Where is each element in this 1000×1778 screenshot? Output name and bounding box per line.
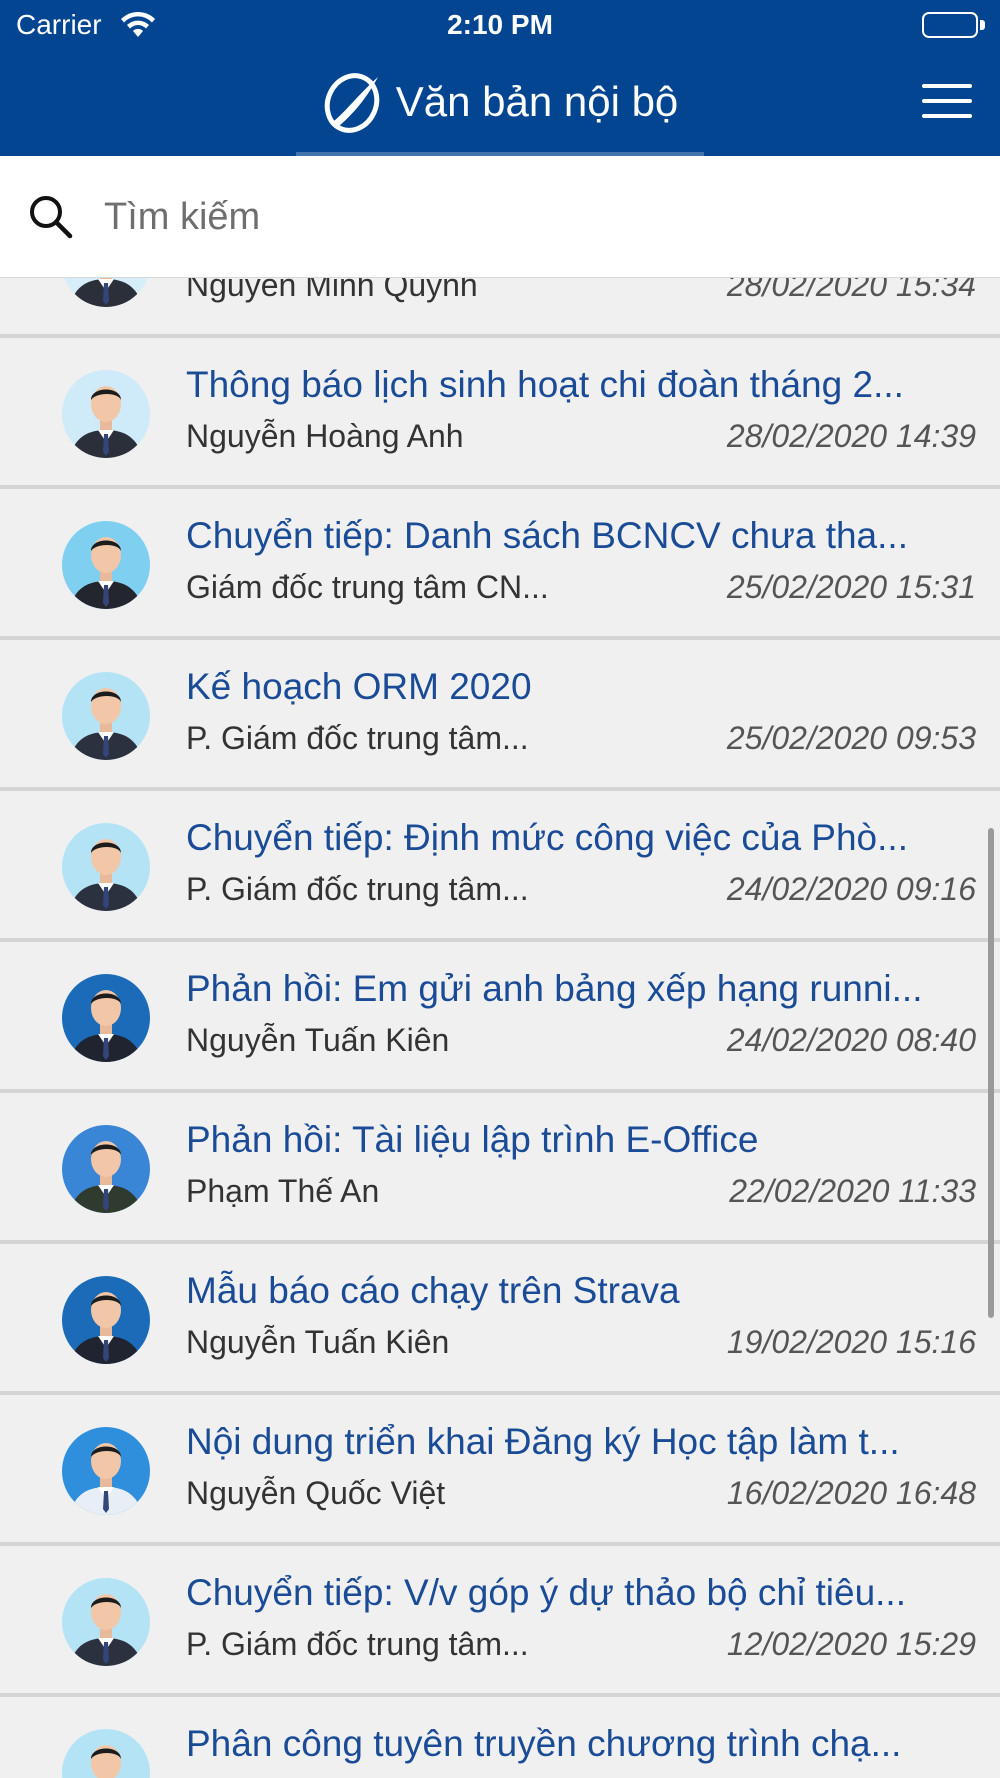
- list-item[interactable]: Phân công tuyên truyền chương trình chạ.…: [0, 1697, 1000, 1778]
- item-title: Nội dung triển khai Đăng ký Học tập làm …: [186, 1421, 900, 1462]
- avatar: [62, 1125, 150, 1213]
- list-item[interactable]: Kế hoạch ORM 2020 P. Giám đốc trung tâm..…: [0, 640, 1000, 791]
- search-input[interactable]: [104, 186, 964, 248]
- item-timestamp: 24/02/2020 09:16: [726, 871, 976, 907]
- item-title: Chuyển tiếp: Định mức công việc của Phò.…: [186, 817, 908, 858]
- item-title: Kế hoạch ORM 2020: [186, 666, 532, 707]
- avatar: [62, 823, 150, 911]
- item-sender: Nguyễn Quốc Việt: [186, 1475, 446, 1511]
- item-title: Phản hồi: Em gửi anh bảng xếp hạng runni…: [186, 968, 923, 1009]
- item-sender: Nguyễn Tuấn Kiên: [186, 1324, 450, 1360]
- item-timestamp: 25/02/2020 09:53: [726, 720, 976, 756]
- item-title: Mẫu báo cáo chạy trên Strava: [186, 1270, 680, 1311]
- avatar: [62, 1729, 150, 1778]
- list-item[interactable]: Mẫu báo cáo chạy trên Strava Nguyễn Tuấn …: [0, 1244, 1000, 1395]
- list-item[interactable]: Chuyển tiếp: Danh sách BCNCV chưa tha...…: [0, 489, 1000, 640]
- avatar: [62, 1427, 150, 1515]
- item-timestamp: 19/02/2020 15:16: [726, 1324, 976, 1360]
- list-item[interactable]: Phản hồi: Em gửi anh bảng xếp hạng runni…: [0, 942, 1000, 1093]
- app-screen: Carrier 2:10 PM Văn bản nội bộ Tìm kiếm …: [0, 0, 1000, 1778]
- avatar: [62, 1578, 150, 1666]
- item-title: Thông báo lịch sinh hoạt chi đoàn tháng …: [186, 364, 904, 405]
- item-sender: P. Giám đốc trung tâm...: [186, 871, 529, 907]
- item-sender: Phạm Thế An: [186, 1173, 380, 1209]
- item-sender: Nguyễn Hoàng Anh: [186, 418, 464, 454]
- list-item[interactable]: Phản hồi: Tài liệu lập trình E-Office Phạ…: [0, 1093, 1000, 1244]
- item-title: Chuyển tiếp: Danh sách BCNCV chưa tha...: [186, 515, 908, 556]
- item-timestamp: 28/02/2020 14:39: [726, 418, 976, 454]
- header-title-group: Văn bản nội bộ: [0, 66, 1000, 138]
- search-icon: [26, 192, 76, 242]
- page-title: Văn bản nội bộ: [395, 78, 679, 125]
- status-time: 2:10 PM: [447, 9, 553, 40]
- item-timestamp: 24/02/2020 08:40: [726, 1022, 976, 1058]
- scrollbar[interactable]: [988, 828, 994, 1318]
- avatar: [62, 521, 150, 609]
- item-sender: Nguyễn Tuấn Kiên: [186, 1022, 450, 1058]
- title-underline: [296, 152, 704, 156]
- item-sender: Giám đốc trung tâm CN...: [186, 569, 549, 605]
- avatar: [62, 974, 150, 1062]
- item-title: Chuyển tiếp: V/v góp ý dự thảo bộ chỉ ti…: [186, 1572, 906, 1613]
- avatar: [62, 1276, 150, 1364]
- list-item[interactable]: Thông báo lịch sinh hoạt chi đoàn tháng …: [0, 338, 1000, 489]
- item-title: Phản hồi: Tài liệu lập trình E-Office: [186, 1119, 759, 1160]
- item-title: Phân công tuyên truyền chương trình chạ.…: [186, 1723, 902, 1764]
- item-timestamp: 22/02/2020 11:33: [729, 1173, 976, 1209]
- nav-header: Carrier 2:10 PM Văn bản nội bộ: [0, 0, 1000, 156]
- list-item[interactable]: Nội dung triển khai Đăng ký Học tập làm …: [0, 1395, 1000, 1546]
- list-item[interactable]: Chuyển tiếp: Định mức công việc của Phò.…: [0, 791, 1000, 942]
- battery-tip: [980, 20, 985, 30]
- list-item[interactable]: Chuyển tiếp: V/v góp ý dự thảo bộ chỉ ti…: [0, 1546, 1000, 1697]
- item-timestamp: 12/02/2020 15:29: [726, 1626, 976, 1662]
- avatar: [62, 672, 150, 760]
- hamburger-menu-icon[interactable]: [922, 84, 972, 120]
- item-timestamp: 16/02/2020 16:48: [726, 1475, 976, 1511]
- fpt-logo-icon: [322, 69, 384, 135]
- item-timestamp: 25/02/2020 15:31: [726, 569, 976, 605]
- search-bar: [0, 156, 1000, 278]
- status-bar: Carrier 2:10 PM: [0, 0, 1000, 50]
- battery-icon: [922, 12, 978, 38]
- avatar: [62, 370, 150, 458]
- item-sender: P. Giám đốc trung tâm...: [186, 720, 529, 756]
- item-sender: P. Giám đốc trung tâm...: [186, 1626, 529, 1662]
